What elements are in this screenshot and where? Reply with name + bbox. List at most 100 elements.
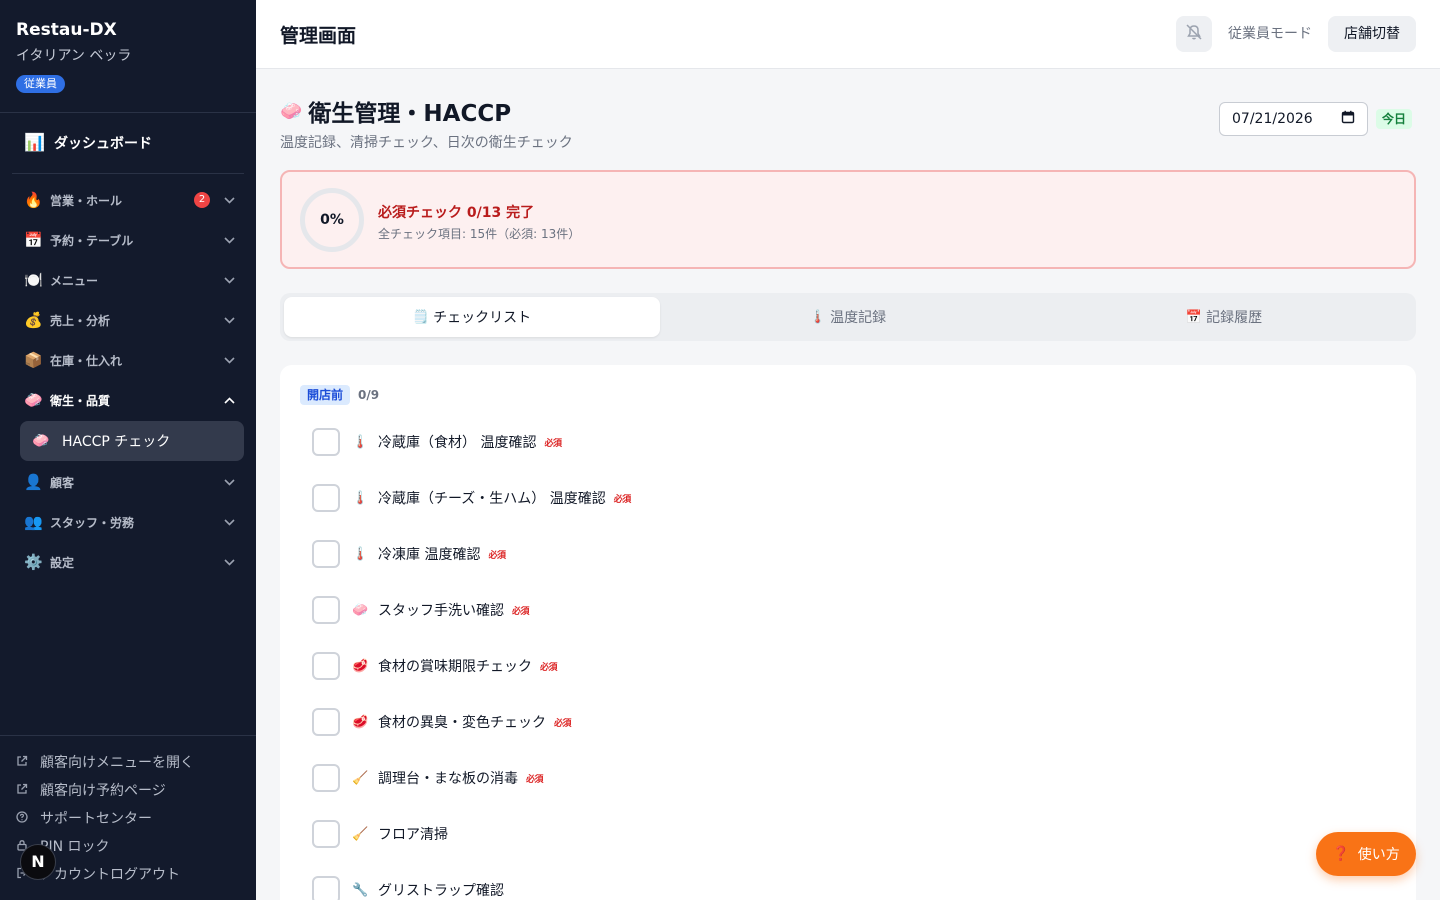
required-mark: 必須 xyxy=(613,494,632,505)
date-value: 07/21/2026 xyxy=(1232,111,1313,127)
sidebar-item-label: ダッシュボード xyxy=(54,136,152,152)
sidebar-item-reservations[interactable]: 📅 予約・テーブル xyxy=(12,220,244,260)
package-icon: 📦 xyxy=(24,351,43,369)
checklist-item[interactable]: 🌡️ 冷凍庫 温度確認 必須 xyxy=(312,526,631,582)
sidebar-item-label: メニュー xyxy=(50,273,99,288)
checklist-item[interactable]: 🧹 フロア清掃 xyxy=(312,806,631,862)
chevron-up-icon xyxy=(214,394,244,407)
tab-bar: 🗒️ チェックリスト 🌡️ 温度記録 📅 記録履歴 xyxy=(280,293,1416,341)
checkbox[interactable] xyxy=(312,540,340,568)
section-header: 開店前 0/9 xyxy=(300,385,379,405)
sidebar-item-hygiene[interactable]: 🧼 衛生・品質 xyxy=(12,380,244,420)
checkbox[interactable] xyxy=(312,428,340,456)
sidebar-item-label: 予約・テーブル xyxy=(50,233,134,248)
sidebar-item-label: スタッフ・労務 xyxy=(50,515,135,530)
tab-checklist[interactable]: 🗒️ チェックリスト xyxy=(284,297,660,337)
sidebar-item-sales-analytics[interactable]: 💰 売上・分析 xyxy=(12,300,244,340)
checkbox[interactable] xyxy=(312,484,340,512)
soap-icon: 🧼 xyxy=(32,433,50,449)
sidebar-item-customers[interactable]: 👤 顧客 xyxy=(12,462,244,502)
chart-icon: 📊 xyxy=(24,133,46,153)
header-title: 管理画面 xyxy=(280,25,357,47)
customer-menu-link[interactable]: 顧客向けメニューを開く xyxy=(16,748,194,776)
sidebar-item-sales-hall[interactable]: 🔥 営業・ホール 2 xyxy=(12,180,244,220)
page-subtitle: 温度記録、清掃チェック、日次の衛生チェック xyxy=(280,135,573,151)
calendar-icon: 📅 xyxy=(24,231,43,249)
checkbox[interactable] xyxy=(312,820,340,848)
sidebar: Restau-DX イタリアン ベッラ 従業員 📊 ダッシュボード 🔥 営業・ホ… xyxy=(0,0,256,900)
required-mark: 必須 xyxy=(544,438,562,449)
tab-temperature[interactable]: 🌡️ 温度記録 xyxy=(660,297,1036,337)
dev-tools-bubble[interactable]: N xyxy=(20,844,56,880)
employee-mode-button[interactable]: 従業員モード xyxy=(1228,16,1312,52)
wrench-icon: 🔧 xyxy=(352,882,369,898)
checklist-item-label: 食材の賞味期限チェック xyxy=(378,659,532,675)
checkbox[interactable] xyxy=(312,764,340,792)
top-header: 管理画面 従業員モード 店舗切替 xyxy=(256,0,1440,69)
plate-icon: 🍽️ xyxy=(24,271,43,289)
checkbox[interactable] xyxy=(312,596,340,624)
checklist-card: 開店前 0/9 🌡️ 冷蔵庫（食材） 温度確認 必須 🌡️ 冷蔵庫（チーズ・生ハ… xyxy=(280,365,1416,900)
footer-link-label: サポートセンター xyxy=(40,811,152,827)
sidebar-item-staff[interactable]: 👥 スタッフ・労務 xyxy=(12,502,244,542)
required-mark: 必須 xyxy=(488,550,506,561)
phase-badge: 開店前 xyxy=(300,385,351,405)
progress-ring: 0% xyxy=(300,188,364,252)
sidebar-item-inventory[interactable]: 📦 在庫・仕入れ xyxy=(12,340,244,380)
thermometer-icon: 🌡️ xyxy=(352,434,369,450)
sidebar-item-label: 衛生・品質 xyxy=(50,393,111,408)
checklist-item[interactable]: 🔧 グリストラップ確認 xyxy=(312,862,631,900)
sidebar-nav: 🔥 営業・ホール 2 📅 予約・テーブル 🍽️ メニュー 💰 売上・分析 📦 在… xyxy=(12,180,244,582)
help-button-label: 使い方 xyxy=(1357,847,1400,863)
progress-card: 0% 必須チェック 0/13 完了 全チェック項目: 15件（必須: 13件） xyxy=(280,170,1416,269)
help-button[interactable]: ❓ 使い方 xyxy=(1316,832,1416,876)
phase-count: 0/9 xyxy=(358,388,380,402)
checklist-item[interactable]: 🧼 スタッフ手洗い確認 必須 xyxy=(312,582,631,638)
checklist-item[interactable]: 🌡️ 冷蔵庫（食材） 温度確認 必須 xyxy=(312,414,631,470)
chevron-down-icon xyxy=(214,476,244,489)
checklist-item-label: 冷蔵庫（食材） 温度確認 xyxy=(378,435,537,451)
external-link-icon xyxy=(16,783,40,798)
users-icon: 👥 xyxy=(24,513,43,531)
user-icon: 👤 xyxy=(24,473,43,491)
checklist-item-label: 冷凍庫 温度確認 xyxy=(378,547,481,563)
broom-icon: 🧹 xyxy=(352,770,369,786)
notepad-icon: 🗒️ xyxy=(412,309,430,325)
checklist-item[interactable]: 🌡️ 冷蔵庫（チーズ・生ハム） 温度確認 必須 xyxy=(312,470,631,526)
progress-main-text: 必須チェック 0/13 完了 xyxy=(378,205,535,221)
notification-count-badge: 2 xyxy=(194,192,210,208)
checklist-item[interactable]: 🥩 食材の異臭・変色チェック 必須 xyxy=(312,694,631,750)
sidebar-item-label: 設定 xyxy=(50,555,75,570)
footer-link-label: アカウントログアウト xyxy=(40,867,180,883)
checklist-item-label: 食材の異臭・変色チェック xyxy=(378,715,546,731)
sidebar-subitem-haccp[interactable]: 🧼 HACCP チェック xyxy=(20,421,244,461)
checklist-item[interactable]: 🥩 食材の賞味期限チェック 必須 xyxy=(312,638,631,694)
role-badge: 従業員 xyxy=(16,75,65,93)
gear-icon: ⚙️ xyxy=(24,553,43,571)
checkbox[interactable] xyxy=(312,652,340,680)
calendar-icon[interactable] xyxy=(1341,110,1355,128)
customer-reservation-link[interactable]: 顧客向け予約ページ xyxy=(16,776,194,804)
chevron-down-icon xyxy=(214,314,244,327)
tab-history[interactable]: 📅 記録履歴 xyxy=(1036,297,1412,337)
sidebar-item-menu[interactable]: 🍽️ メニュー xyxy=(12,260,244,300)
checklist-item-label: フロア清掃 xyxy=(378,827,448,843)
thermometer-icon: 🌡️ xyxy=(809,309,827,325)
thermometer-icon: 🌡️ xyxy=(352,546,369,562)
soap-icon: 🧼 xyxy=(280,100,303,122)
checklist-item-label: 調理台・まな板の消毒 xyxy=(378,771,518,787)
store-switch-button[interactable]: 店舗切替 xyxy=(1328,16,1416,52)
today-badge: 今日 xyxy=(1376,109,1413,129)
support-center-link[interactable]: サポートセンター xyxy=(16,804,194,832)
broom-icon: 🧹 xyxy=(352,826,369,842)
soap-icon: 🧼 xyxy=(24,391,43,409)
checkbox[interactable] xyxy=(312,708,340,736)
checklist-item[interactable]: 🧹 調理台・まな板の消毒 必須 xyxy=(312,750,631,806)
checkbox[interactable] xyxy=(312,876,340,900)
sidebar-item-dashboard[interactable]: 📊 ダッシュボード xyxy=(12,124,244,162)
sidebar-item-settings[interactable]: ⚙️ 設定 xyxy=(12,542,244,582)
date-picker-input[interactable]: 07/21/2026 xyxy=(1219,102,1368,136)
checklist-item-label: スタッフ手洗い確認 xyxy=(378,603,504,619)
notification-toggle-button[interactable] xyxy=(1176,16,1212,52)
meat-icon: 🥩 xyxy=(352,658,369,674)
